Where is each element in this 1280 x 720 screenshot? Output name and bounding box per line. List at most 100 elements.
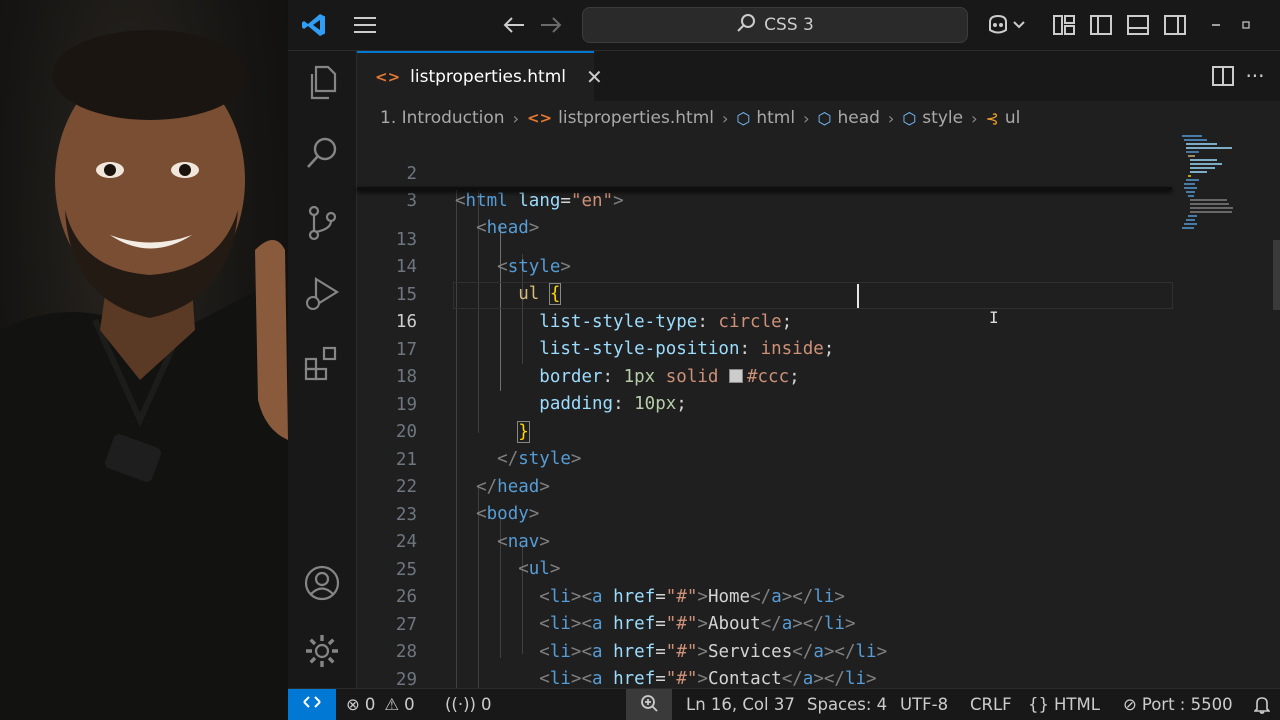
editor-tab-bar: <> listproperties.html ✕ ··· <box>357 51 1280 101</box>
maximize-icon[interactable] <box>1232 11 1260 39</box>
code-line: 24 <ul> <box>357 502 1177 579</box>
code-line: 14 ul { <box>357 227 1177 305</box>
breadcrumb: 1. Introduction › <> listproperties.html … <box>357 102 1280 134</box>
breadcrumb-head[interactable]: ⬡ head <box>818 108 880 128</box>
layout-icon[interactable] <box>1050 11 1078 39</box>
search-icon[interactable] <box>302 133 342 173</box>
breadcrumb-html[interactable]: ⬡ html <box>736 108 795 128</box>
vscode-window: CSS 3 <> listproperties.html ✕ ··· 1. In… <box>288 0 1280 720</box>
close-icon[interactable]: ✕ <box>586 65 603 89</box>
more-actions-icon[interactable]: ··· <box>1241 62 1269 90</box>
notifications-bell-icon[interactable] <box>1254 689 1270 720</box>
code-line: 15 list-style-type: circle; <box>357 255 1177 332</box>
braces-icon: {} <box>1028 695 1049 714</box>
cube-icon: ⬡ <box>817 108 832 128</box>
end-of-line[interactable]: CRLF <box>970 689 1012 720</box>
problems-indicator[interactable]: ⊗ 0 ⚠ 0 <box>346 689 415 720</box>
presenter-figure <box>0 30 288 720</box>
manage-gear-icon[interactable] <box>302 631 342 671</box>
zoom-icon <box>640 694 658 716</box>
code-line: 27 <li><a href="#">Services</a></li> <box>357 585 1177 662</box>
ports-indicator[interactable]: ((·)) 0 <box>445 689 492 720</box>
language-label: HTML <box>1054 695 1100 714</box>
minimap[interactable] <box>1177 134 1257 244</box>
text-cursor <box>857 284 859 308</box>
ports-count: 0 <box>481 695 492 714</box>
code-line: 20 </style> <box>357 392 1177 469</box>
code-line: 16 list-style-position: inside; <box>357 282 1177 359</box>
search-icon <box>736 13 756 38</box>
indentation[interactable]: Spaces: 4 <box>807 689 887 720</box>
code-line: 21 </head> <box>357 420 1177 497</box>
warning-count: 0 <box>404 695 415 714</box>
code-line: 25 <li><a href="#">Home</a></li> <box>357 530 1177 607</box>
source-control-icon[interactable] <box>302 203 342 243</box>
back-arrow-icon[interactable] <box>500 11 528 39</box>
code-line: 13 <style> <box>357 200 1177 277</box>
copilot-icon[interactable] <box>984 11 1030 39</box>
accounts-icon[interactable] <box>302 563 342 603</box>
breadcrumb-file-label: listproperties.html <box>558 108 714 128</box>
port-label: Port : 5500 <box>1141 695 1233 714</box>
toggle-secondary-sidebar-icon[interactable] <box>1161 11 1189 39</box>
breadcrumb-folder-label: 1. Introduction <box>380 108 505 128</box>
code-line: 17 border: 1px solid #ccc; <box>357 310 1177 387</box>
vscode-logo-icon <box>300 11 328 39</box>
forward-arrow-icon[interactable] <box>537 11 565 39</box>
toggle-sidebar-icon[interactable] <box>1087 11 1115 39</box>
explorer-icon[interactable] <box>302 63 342 103</box>
html-file-icon: <> <box>375 68 401 86</box>
code-line: 2 <html lang="en"> <box>357 134 1177 211</box>
title-bar: CSS 3 <box>288 0 1280 51</box>
error-icon: ⊗ <box>346 695 360 714</box>
breadcrumb-style[interactable]: ⬡ style <box>902 108 963 128</box>
minimize-icon[interactable] <box>1202 11 1230 39</box>
code-line: 18 padding: 10px; <box>357 337 1177 414</box>
warning-icon: ⚠ <box>384 695 400 714</box>
chevron-right-icon: › <box>512 108 519 128</box>
tab-listproperties[interactable]: <> listproperties.html ✕ <box>357 51 603 101</box>
activity-bar <box>288 51 357 688</box>
code-line: 28 <li><a href="#">Contact</a></li> <box>357 612 1177 689</box>
code-line: 29 </ul> <box>357 640 1177 717</box>
breadcrumb-folder[interactable]: 1. Introduction <box>380 108 505 128</box>
extensions-icon[interactable] <box>302 343 342 383</box>
zoom-button[interactable] <box>626 689 672 720</box>
toggle-panel-icon[interactable] <box>1124 11 1152 39</box>
mouse-ibeam-icon: I <box>989 308 999 327</box>
error-count: 0 <box>364 695 376 714</box>
tab-label: listproperties.html <box>410 67 566 87</box>
remote-indicator-button[interactable] <box>288 689 336 720</box>
remote-icon <box>302 694 322 715</box>
code-line: 26 <li><a href="#">About</a></li> <box>357 557 1177 634</box>
split-editor-icon[interactable] <box>1209 62 1237 90</box>
chevron-right-icon: › <box>887 108 895 128</box>
cube-icon: ⬡ <box>736 108 751 128</box>
breadcrumb-file[interactable]: <> listproperties.html <box>527 108 714 128</box>
code-line: 19 } <box>357 365 1177 443</box>
selector-symbol-icon: ⊰ <box>985 108 999 128</box>
cube-icon: ⬡ <box>902 108 917 128</box>
live-server-port[interactable]: ⊘ Port : 5500 <box>1123 689 1233 720</box>
encoding[interactable]: UTF-8 <box>900 689 948 720</box>
code-line: 3 <head> <box>357 161 1177 238</box>
breadcrumb-style-label: style <box>922 108 964 128</box>
command-center-search[interactable]: CSS 3 <box>582 7 968 43</box>
menu-icon[interactable] <box>351 11 379 39</box>
block-icon: ⊘ <box>1123 695 1137 714</box>
vertical-scrollbar[interactable] <box>1273 240 1280 310</box>
sticky-scroll-divider <box>357 187 1172 190</box>
breadcrumb-ul-label: ul <box>1004 108 1021 128</box>
run-debug-icon[interactable] <box>302 273 342 313</box>
breadcrumb-head-label: head <box>837 108 880 128</box>
chevron-right-icon: › <box>803 108 810 128</box>
language-mode[interactable]: {} HTML <box>1028 689 1100 720</box>
code-editor[interactable]: 2 <html lang="en"> 3 <head> 13 <style> 1… <box>357 134 1177 717</box>
code-line: 22 <body> <box>357 447 1177 524</box>
breadcrumb-ul[interactable]: ⊰ ul <box>985 108 1020 128</box>
command-center-label: CSS 3 <box>764 15 814 35</box>
broadcast-icon: ((·)) <box>445 695 476 714</box>
html-file-icon: <> <box>526 109 553 127</box>
chevron-right-icon: › <box>971 108 978 128</box>
cursor-position[interactable]: Ln 16, Col 37 <box>686 689 795 720</box>
